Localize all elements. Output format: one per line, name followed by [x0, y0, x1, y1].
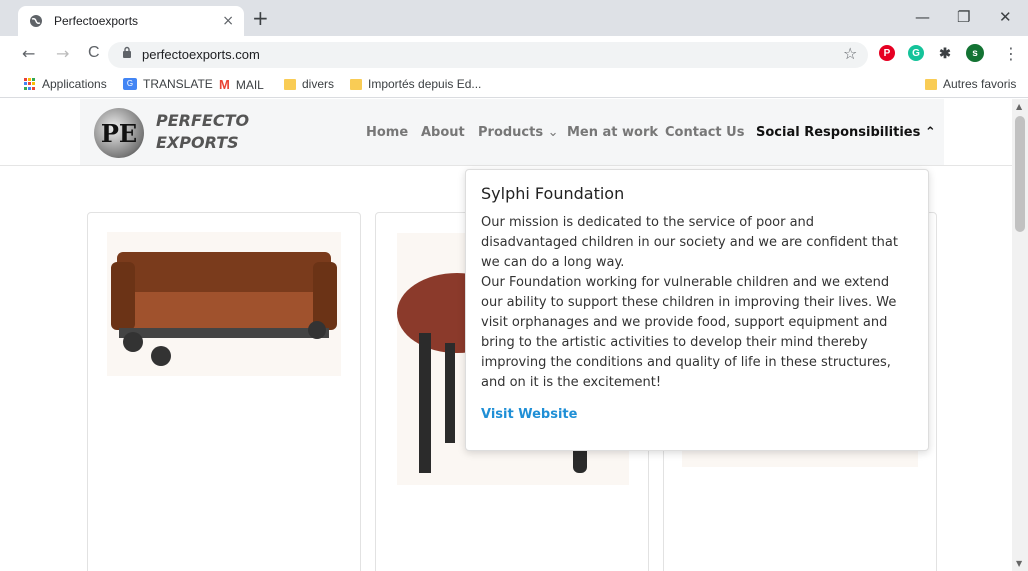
bookmark-label: Autres favoris	[943, 77, 1017, 91]
pinterest-extension-icon[interactable]: P	[879, 45, 895, 61]
nav-products[interactable]: Products ⌄	[478, 125, 559, 140]
bookmark-label: MAIL	[235, 77, 264, 92]
site-logo[interactable]: PE	[94, 108, 144, 158]
browser-tab[interactable]: Perfectoexports ×	[18, 6, 244, 36]
maximize-button[interactable]: ❐	[957, 8, 970, 26]
url-text[interactable]: perfectoexports.com	[142, 47, 260, 62]
folder-icon	[350, 78, 362, 90]
bookmark-divers[interactable]: divers	[284, 77, 334, 91]
bookmark-mail[interactable]: M MAIL	[219, 77, 264, 92]
bookmark-applications[interactable]: Applications	[24, 77, 107, 91]
scroll-up-arrow-icon[interactable]: ▲	[1016, 102, 1022, 111]
bookmark-label: divers	[302, 77, 335, 91]
folder-icon	[925, 78, 937, 90]
minimize-button[interactable]: —	[915, 8, 930, 26]
scrollbar-thumb[interactable]	[1015, 116, 1025, 232]
grammarly-extension-icon[interactable]: G	[908, 45, 924, 61]
lock-icon[interactable]	[122, 46, 132, 61]
forward-button[interactable]: →	[56, 44, 69, 63]
nav-social-responsibilities[interactable]: Social Responsibilities ⌃	[756, 125, 936, 140]
nav-about[interactable]: About	[421, 125, 465, 140]
bookmark-other-favorites[interactable]: Autres favoris	[925, 77, 1016, 91]
product-card[interactable]	[87, 212, 361, 571]
back-button[interactable]: ←	[22, 44, 35, 63]
chevron-down-icon: ⌄	[547, 125, 559, 140]
nav-home[interactable]: Home	[366, 125, 408, 140]
folder-icon	[284, 78, 296, 90]
new-tab-button[interactable]: +	[252, 8, 269, 28]
apps-grid-icon	[24, 78, 36, 90]
bookmarks-bar: Applications G TRANSLATE M MAIL divers I…	[0, 72, 1028, 98]
site-logo-text[interactable]: PERFECTO EXPORTS	[156, 110, 249, 154]
reload-button[interactable]: C	[88, 44, 100, 62]
browser-tab-strip: Perfectoexports × + — ❐ ✕	[0, 0, 1028, 36]
close-window-button[interactable]: ✕	[999, 8, 1012, 26]
close-tab-icon[interactable]: ×	[222, 13, 234, 29]
profile-avatar[interactable]: s	[966, 44, 984, 62]
globe-icon	[28, 13, 44, 29]
browser-menu-icon[interactable]: ⋮	[1003, 44, 1019, 63]
bookmark-label: Applications	[42, 77, 107, 91]
navbar-divider	[0, 165, 1012, 166]
gmail-icon: M	[219, 77, 230, 92]
tab-title: Perfectoexports	[54, 14, 139, 28]
translate-icon: G	[123, 78, 137, 90]
social-responsibilities-dropdown: Sylphi Foundation Our mission is dedicat…	[465, 169, 929, 451]
logo-line-2: EXPORTS	[156, 133, 239, 152]
scroll-down-arrow-icon[interactable]: ▼	[1016, 559, 1022, 568]
logo-line-1: PERFECTO	[156, 111, 250, 130]
nav-products-label: Products	[478, 125, 544, 140]
foundation-description-text: Our Foundation working for vulnerable ch…	[481, 275, 897, 390]
bookmark-label: TRANSLATE	[143, 77, 213, 91]
bookmark-translate[interactable]: G TRANSLATE	[123, 77, 213, 91]
site-navbar: PE PERFECTO EXPORTS Home About Products …	[80, 99, 944, 165]
product-image-sofa[interactable]	[107, 232, 341, 376]
bookmark-star-icon[interactable]: ☆	[843, 44, 857, 63]
bookmark-imported[interactable]: Importés depuis Ed...	[350, 77, 481, 91]
foundation-title: Sylphi Foundation	[481, 184, 625, 203]
nav-men-at-work[interactable]: Men at work	[567, 125, 658, 140]
nav-social-label: Social Responsibilities	[756, 125, 921, 140]
visit-website-link[interactable]: Visit Website	[481, 407, 913, 422]
sofa-image	[111, 252, 337, 366]
nav-contact-us[interactable]: Contact Us	[665, 125, 744, 140]
chevron-up-icon: ⌃	[924, 125, 936, 140]
foundation-mission-text: Our mission is dedicated to the service …	[481, 215, 898, 270]
bookmark-label: Importés depuis Ed...	[368, 77, 482, 91]
extensions-puzzle-icon[interactable]: ✱	[937, 45, 953, 61]
